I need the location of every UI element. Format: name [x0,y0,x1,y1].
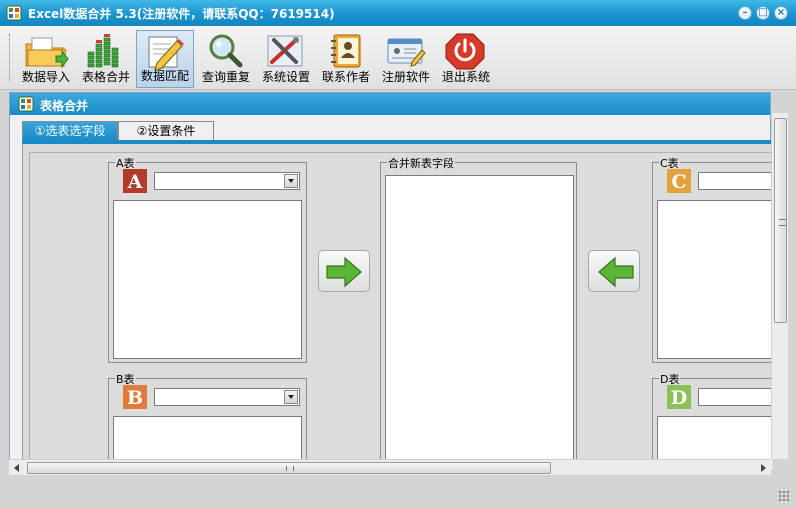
toolbar-button-register[interactable]: 注册软件 [377,30,435,88]
app-grid-icon [6,5,22,21]
maximize-icon: □ [758,7,768,18]
group-table-d: D表 D [652,371,772,469]
table-a-field-list[interactable] [113,200,302,359]
address-book-icon [331,34,361,68]
svg-text:B: B [127,387,143,409]
add-left-fields-button[interactable] [318,250,370,292]
tools-icon [267,35,303,67]
add-right-fields-button[interactable] [588,250,640,292]
merged-fields-title: 合并新表字段 [387,155,455,171]
tab-content: A表 A B表 B 合并新表字段 C表 C D表 D [22,144,772,469]
panel-title: 表格合并 [40,99,89,113]
resize-grip-icon[interactable] [778,490,790,502]
status-bar [0,478,796,508]
group-merged-fields: 合并新表字段 [380,155,577,469]
table-b-select[interactable] [154,388,300,406]
horizontal-scroll-thumb[interactable] [27,462,551,474]
scroll-left-icon[interactable] [12,463,22,473]
svg-text:A: A [127,171,143,193]
app-grid-icon [18,96,34,112]
tab-set-conditions[interactable]: ②设置条件 [118,121,214,141]
folder-import-icon [25,37,69,69]
vertical-scrollbar[interactable] [771,113,788,459]
magnifier-icon [209,34,243,68]
tab-select-fields[interactable]: ①选表选字段 [22,121,118,141]
scroll-grip-icon [779,219,786,226]
merged-field-list[interactable] [385,175,574,469]
table-c-select[interactable] [698,172,772,190]
letter-a-icon: A [123,169,147,193]
bar-chart-icon [87,34,119,68]
scroll-right-icon[interactable] [758,463,768,473]
group-table-a: A表 A [108,155,307,363]
id-card-icon [387,38,426,67]
title-bar: Excel数据合并 5.3(注册软件，请联系QQ：7619514) – □ × [0,0,796,26]
toolbar-button-query[interactable]: 查询重复 [197,30,255,88]
power-icon [445,33,485,70]
horizontal-scrollbar[interactable] [9,459,771,475]
maximize-button[interactable]: □ [756,6,770,20]
pencil-edit-icon [148,36,184,71]
table-d-select[interactable] [698,388,772,406]
toolbar-grip[interactable] [9,34,12,82]
vertical-scroll-thumb[interactable] [774,118,787,323]
scroll-grip-icon [286,466,294,471]
content-frame: A表 A B表 B 合并新表字段 C表 C D表 D [29,152,772,469]
toolbar-button-settings[interactable]: 系统设置 [257,30,315,88]
toolbar-button-import[interactable]: 数据导入 [17,30,75,88]
svg-text:C: C [671,171,686,193]
letter-d-icon: D [667,385,691,409]
window-title: Excel数据合并 5.3(注册软件，请联系QQ：7619514) [28,7,335,21]
group-table-b: B表 B [108,371,307,469]
minimize-icon: – [742,7,748,18]
toolbar-button-merge[interactable]: 表格合并 [77,30,135,88]
letter-b-icon: B [123,385,147,409]
panel-header: 表格合并 [10,93,770,115]
toolbar-button-exit[interactable]: 退出系统 [437,30,495,88]
toolbar-button-contact[interactable]: 联系作者 [317,30,375,88]
chevron-down-icon[interactable] [284,390,298,404]
table-c-field-list[interactable] [657,200,772,359]
arrow-left-icon [598,256,634,288]
close-icon: × [776,7,786,18]
close-button[interactable]: × [774,6,788,20]
arrow-right-icon [326,256,362,288]
merge-panel: 表格合并 ①选表选字段 ②设置条件 A表 A B表 B 合并新表字段 C表 C … [9,92,772,469]
group-table-c: C表 C [652,155,772,363]
toolbar: 数据导入 表格合并 数据匹配 查询重复 系统设置 联系作者 注册软件 退出系统 [0,26,796,90]
svg-text:D: D [671,387,687,409]
toolbar-button-match[interactable]: 数据匹配 [136,30,194,88]
table-a-select[interactable] [154,172,300,190]
letter-c-icon: C [667,169,691,193]
chevron-down-icon[interactable] [284,174,298,188]
minimize-button[interactable]: – [738,6,752,20]
